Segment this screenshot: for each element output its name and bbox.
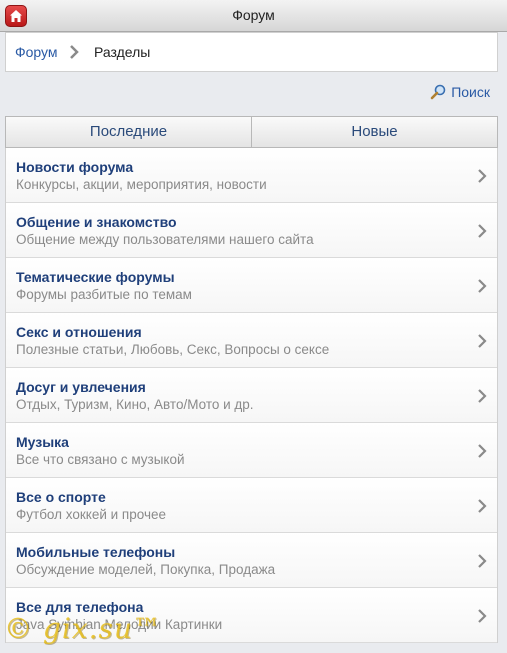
list-item[interactable]: Досуг и увлечения Отдых, Туризм, Кино, А… (6, 368, 497, 423)
chevron-right-icon (478, 334, 487, 348)
chevron-right-icon (478, 279, 487, 293)
tab-latest[interactable]: Последние (6, 117, 251, 147)
top-bar: Форум (0, 0, 507, 32)
section-subtitle: Отдых, Туризм, Кино, Авто/Мото и др. (16, 397, 254, 412)
chevron-right-icon (478, 444, 487, 458)
app-title: Форум (232, 7, 275, 23)
list-item[interactable]: Все о спорте Футбол хоккей и прочее (6, 478, 497, 533)
breadcrumb-forum-link[interactable]: Форум (15, 44, 58, 60)
section-subtitle: Все что связано с музыкой (16, 452, 185, 467)
list-item[interactable]: Общение и знакомство Общение между польз… (6, 203, 497, 258)
search-link[interactable]: Поиск (430, 84, 490, 100)
section-list: Новости форума Конкурсы, акции, мероприя… (5, 148, 498, 643)
section-subtitle: Обсуждение моделей, Покупка, Продажа (16, 562, 276, 577)
list-item[interactable]: Тематические форумы Форумы разбитые по т… (6, 258, 497, 313)
list-item[interactable]: Новости форума Конкурсы, акции, мероприя… (6, 148, 497, 203)
section-subtitle: Форумы разбитые по темам (16, 287, 192, 302)
section-title: Секс и отношения (16, 324, 142, 340)
section-subtitle: Футбол хоккей и прочее (16, 507, 167, 522)
chevron-right-icon (478, 499, 487, 513)
section-title: Все о спорте (16, 489, 106, 505)
section-title: Общение и знакомство (16, 214, 177, 230)
chevron-right-icon (478, 609, 487, 623)
tab-bar: Последние Новые (5, 116, 498, 148)
section-subtitle: Общение между пользователями нашего сайт… (16, 232, 314, 247)
chevron-right-icon (478, 554, 487, 568)
list-item[interactable]: Секс и отношения Полезные статьи, Любовь… (6, 313, 497, 368)
section-title: Тематические форумы (16, 269, 175, 285)
section-subtitle: Конкурсы, акции, мероприятия, новости (16, 177, 267, 192)
chevron-right-icon (478, 169, 487, 183)
list-item[interactable]: Музыка Все что связано с музыкой (6, 423, 497, 478)
watermark: © gix.su™ (4, 612, 162, 645)
section-title: Музыка (16, 434, 69, 450)
list-item[interactable]: Мобильные телефоны Обсуждение моделей, П… (6, 533, 497, 588)
chevron-right-icon (478, 389, 487, 403)
section-subtitle: Полезные статьи, Любовь, Секс, Вопросы о… (16, 342, 330, 357)
section-title: Мобильные телефоны (16, 544, 176, 560)
chevron-right-icon (70, 45, 79, 59)
search-icon (430, 84, 446, 100)
breadcrumb: Форум Разделы (5, 32, 498, 72)
search-label: Поиск (451, 84, 490, 100)
section-title: Досуг и увлечения (16, 379, 146, 395)
chevron-right-icon (478, 224, 487, 238)
tab-new[interactable]: Новые (251, 117, 497, 147)
section-title: Новости форума (16, 159, 134, 175)
breadcrumb-current: Разделы (94, 44, 151, 60)
